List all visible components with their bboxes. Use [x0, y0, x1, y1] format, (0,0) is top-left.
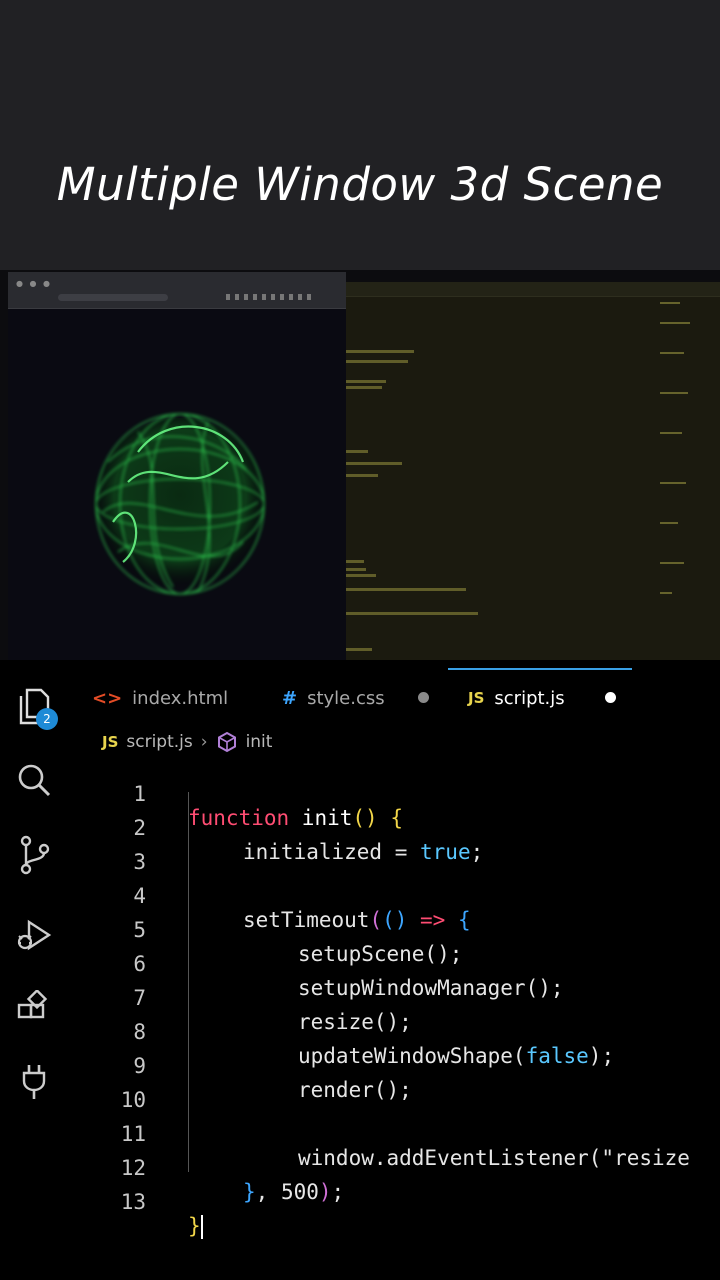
- line-number: 13: [120, 1190, 146, 1214]
- js-file-icon: JS: [102, 733, 119, 751]
- breadcrumb: JS script.js › init: [102, 730, 272, 754]
- code-line-6: 6 setupWindowManager();: [0, 928, 720, 1000]
- code-line-10: 10: [0, 1064, 720, 1112]
- minimap-line: [660, 562, 684, 564]
- browser-toolbar: ● ● ●: [8, 272, 346, 309]
- code-line-7: 7 resize();: [0, 962, 720, 1034]
- minimap-line: [660, 322, 690, 324]
- breadcrumb-symbol[interactable]: init: [246, 732, 273, 752]
- browser-window: ● ● ●: [8, 272, 346, 660]
- chevron-right-icon: ›: [200, 732, 208, 752]
- minimap-line: [660, 302, 680, 304]
- minimap-line: [660, 432, 682, 434]
- unsaved-dot-icon[interactable]: [418, 692, 429, 703]
- code-line: [346, 648, 372, 651]
- url-bar-icon: [58, 294, 168, 301]
- code-line: [346, 568, 366, 571]
- window-dots-icon: ● ● ●: [16, 279, 53, 288]
- tab-label: script.js: [494, 687, 565, 709]
- minimap-line: [660, 352, 684, 354]
- tab-index-html[interactable]: <> index.html: [92, 670, 228, 726]
- code-line: [346, 588, 466, 591]
- html-file-icon: <>: [92, 687, 123, 709]
- code-line: [346, 380, 386, 383]
- code-line-2: 2 initialized = true;: [0, 792, 720, 864]
- code-line-4: 4 setTimeout(() => {: [0, 860, 720, 932]
- editor-preview-tabs: [346, 282, 720, 297]
- code-line-9: 9 render();: [0, 1030, 720, 1102]
- unsaved-dot-icon[interactable]: [605, 692, 616, 703]
- symbol-method-icon: [216, 731, 238, 753]
- code-line: [346, 474, 378, 477]
- js-file-icon: JS: [468, 689, 485, 707]
- minimap-line: [660, 522, 678, 524]
- code-line-3: 3: [0, 826, 720, 874]
- code-line-8: 8 updateWindowShape(false);: [0, 996, 720, 1068]
- tab-style-css[interactable]: # style.css: [282, 670, 385, 726]
- tab-label: index.html: [132, 687, 229, 709]
- explorer-badge: 2: [36, 708, 58, 730]
- preview-screenshot: ● ● ●: [0, 270, 720, 660]
- tab-label: style.css: [307, 687, 385, 709]
- code-line-1: 1 function init() {: [0, 758, 720, 830]
- css-file-icon: #: [282, 687, 298, 709]
- code-line: [346, 462, 402, 465]
- code-line-13: 13 }: [0, 1166, 720, 1239]
- code-line: [346, 560, 364, 563]
- minimap-line: [660, 392, 688, 394]
- code-line: [346, 450, 368, 453]
- page-title: Multiple Window 3d Scene: [56, 158, 664, 211]
- editor-preview-window: [346, 282, 720, 660]
- code-line-12: 12 }, 500);: [0, 1132, 720, 1204]
- extension-icons: [226, 294, 316, 300]
- code-line: [346, 350, 414, 353]
- code-line: [346, 574, 376, 577]
- code-line-5: 5 setupScene();: [0, 894, 720, 966]
- text-cursor: [200, 1215, 203, 1239]
- minimap-line: [660, 592, 672, 594]
- green-particle-sphere-icon: [78, 392, 278, 616]
- minimap-line: [660, 482, 686, 484]
- code-editor: 2 <> index.html # style.css JS script.js…: [0, 660, 720, 1280]
- breadcrumb-file[interactable]: script.js: [126, 732, 192, 752]
- code-line: [346, 386, 382, 389]
- title-banner: Multiple Window 3d Scene: [0, 0, 720, 270]
- code-line-11: 11 window.addEventListener("resize: [0, 1098, 720, 1170]
- brace: }: [188, 1214, 201, 1238]
- code-line: [346, 612, 478, 615]
- code-line: [346, 360, 408, 363]
- tab-script-js[interactable]: JS script.js: [468, 670, 565, 726]
